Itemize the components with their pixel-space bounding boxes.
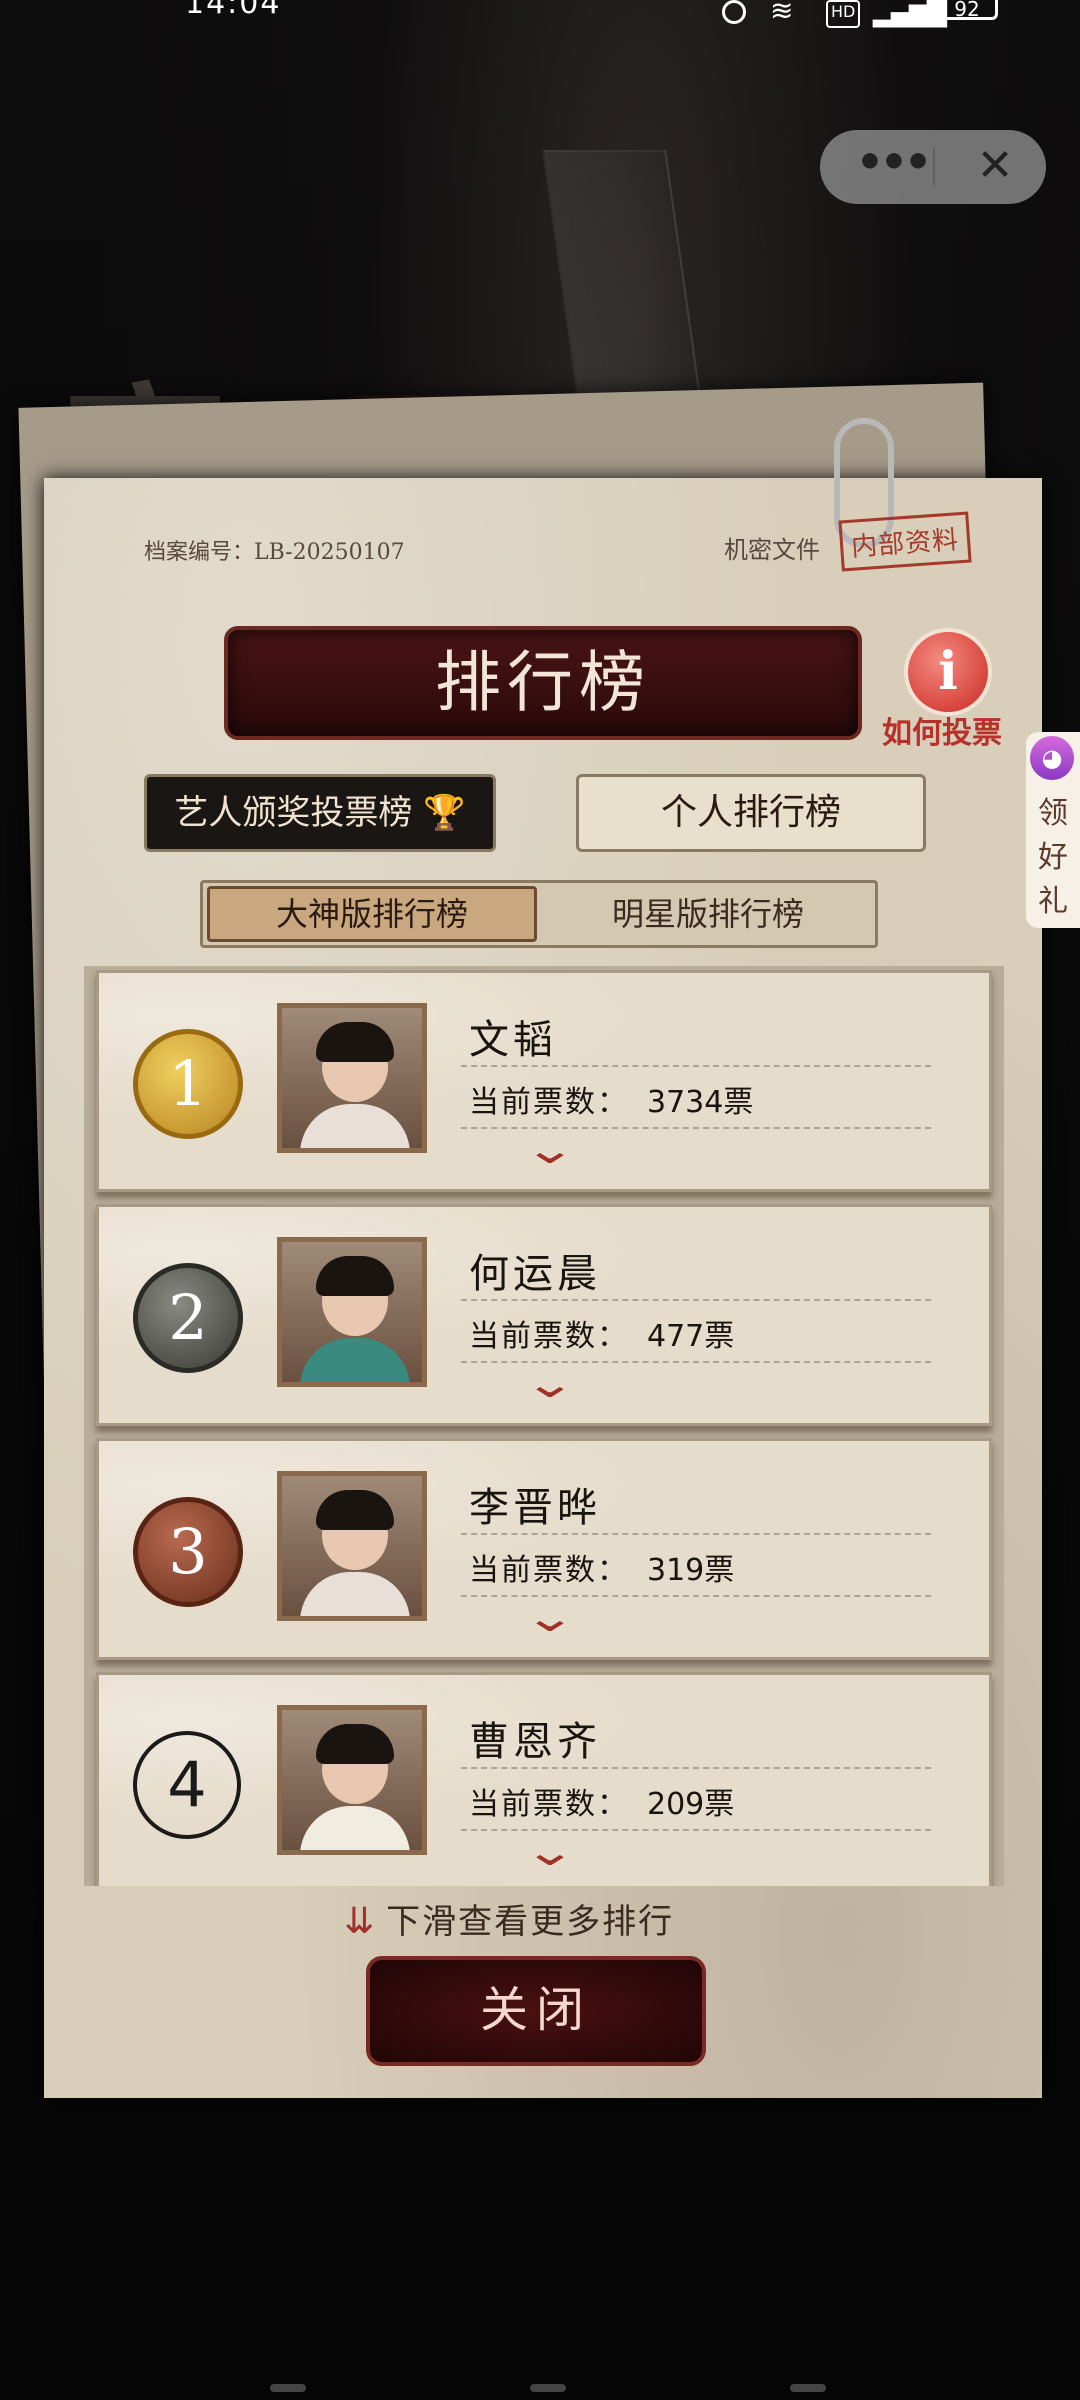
capsule-divider [933,148,935,186]
classified-label: 机密文件 [724,536,820,564]
double-chevron-down-icon: ⇊ [344,1901,377,1942]
avatar [277,1471,427,1621]
votes-label: 当前票数： [469,1787,629,1822]
gift-text-1: 领 [1038,796,1068,831]
chevron-down-icon[interactable]: ⌄ [510,1598,590,1638]
votes-value: 3734票 [647,1085,754,1120]
close-button[interactable]: 关闭 [366,1956,706,2066]
votes-value: 209票 [647,1787,735,1822]
miniprogram-capsule: ••• ✕ [820,130,1046,204]
background-window [542,150,702,404]
ranking-entry[interactable]: 3 李晋晔 当前票数： 319票 ⌄ [96,1438,992,1660]
hd-badge: HD [826,0,861,28]
divider [461,1299,931,1301]
ranking-list[interactable]: 1 文韬 当前票数： 3734票 ⌄ 2 何运晨 当前票数： 477票 ⌄ 3 … [84,966,1004,1886]
scroll-more-text: 下滑查看更多排行 [386,1902,675,1942]
info-icon[interactable]: i [904,628,992,716]
status-bar: 14:04 ≋ HD ▂▄▆█ 92 [0,0,1080,40]
gift-text-2: 好 [1038,840,1068,875]
avatar [277,1705,427,1855]
tab-artist-award-label: 艺人颁奖投票榜 [174,793,413,833]
votes-value: 319票 [647,1553,735,1588]
votes-value: 477票 [647,1319,735,1354]
scroll-more-hint: ⇊ 下滑查看更多排行 [344,1894,674,1943]
internal-stamp: 内部资料 [838,511,972,572]
page-title: 排行榜 [224,626,862,740]
version-subtabs: 大神版排行榜 明星版排行榜 [200,880,878,948]
status-time: 14:04 [185,0,282,21]
battery-icon: 92 [936,0,998,21]
ranking-entry[interactable]: 2 何运晨 当前票数： 477票 ⌄ [96,1204,992,1426]
gift-text-3: 礼 [1038,884,1068,919]
chevron-down-icon[interactable]: ⌄ [510,1832,590,1872]
close-miniprogram-button[interactable]: ✕ [960,138,1030,194]
subtab-star-version[interactable]: 明星版排行榜 [543,886,873,942]
divider [461,1065,931,1067]
avatar [277,1237,427,1387]
artist-name: 李晋晔 [469,1485,601,1531]
navigation-bar [0,2380,1080,2400]
divider [461,1767,931,1769]
gamepad-icon: ◕ [1030,736,1074,780]
tab-personal-ranking[interactable]: 个人排行榜 [576,774,926,852]
chevron-down-icon[interactable]: ⌄ [510,1130,590,1170]
votes-label: 当前票数： [469,1085,629,1120]
silver-medal-icon: 2 [133,1263,243,1373]
artist-name: 文韬 [469,1017,557,1063]
trophy-icon: 🏆 [423,793,466,833]
leaderboard-panel: 档案编号：LB-20250107 机密文件 内部资料 排行榜 i 如何投票 艺人… [44,418,1042,2098]
votes-label: 当前票数： [469,1319,629,1354]
artist-name: 何运晨 [469,1251,601,1297]
alarm-icon [722,0,746,24]
subtab-god-version[interactable]: 大神版排行榜 [207,886,537,942]
ranking-entry[interactable]: 4 曹恩齐 当前票数： 209票 ⌄ [96,1672,992,1886]
chevron-down-icon[interactable]: ⌄ [510,1364,590,1404]
nav-indicator [270,2384,306,2392]
rank-number-badge: 4 [133,1731,241,1839]
avatar [277,1003,427,1153]
nav-indicator [790,2384,826,2392]
artist-name: 曹恩齐 [469,1719,601,1765]
how-to-vote-link[interactable]: 如何投票 [882,708,1002,752]
nav-indicator [530,2384,566,2392]
archive-number: 档案编号：LB-20250107 [144,540,405,565]
gold-medal-icon: 1 [133,1029,243,1139]
bronze-medal-icon: 3 [133,1497,243,1607]
ranking-entry[interactable]: 1 文韬 当前票数： 3734票 ⌄ [96,970,992,1192]
votes-label: 当前票数： [469,1553,629,1588]
gift-side-button[interactable]: ◕ 领 好 礼 [1026,732,1080,928]
signal-icon: ▂▄▆█ [873,0,947,28]
divider [461,1533,931,1535]
more-options-button[interactable]: ••• [852,138,932,194]
tab-artist-award-vote[interactable]: 艺人颁奖投票榜 🏆 [144,774,496,852]
wifi-icon: ≋ [770,0,794,27]
